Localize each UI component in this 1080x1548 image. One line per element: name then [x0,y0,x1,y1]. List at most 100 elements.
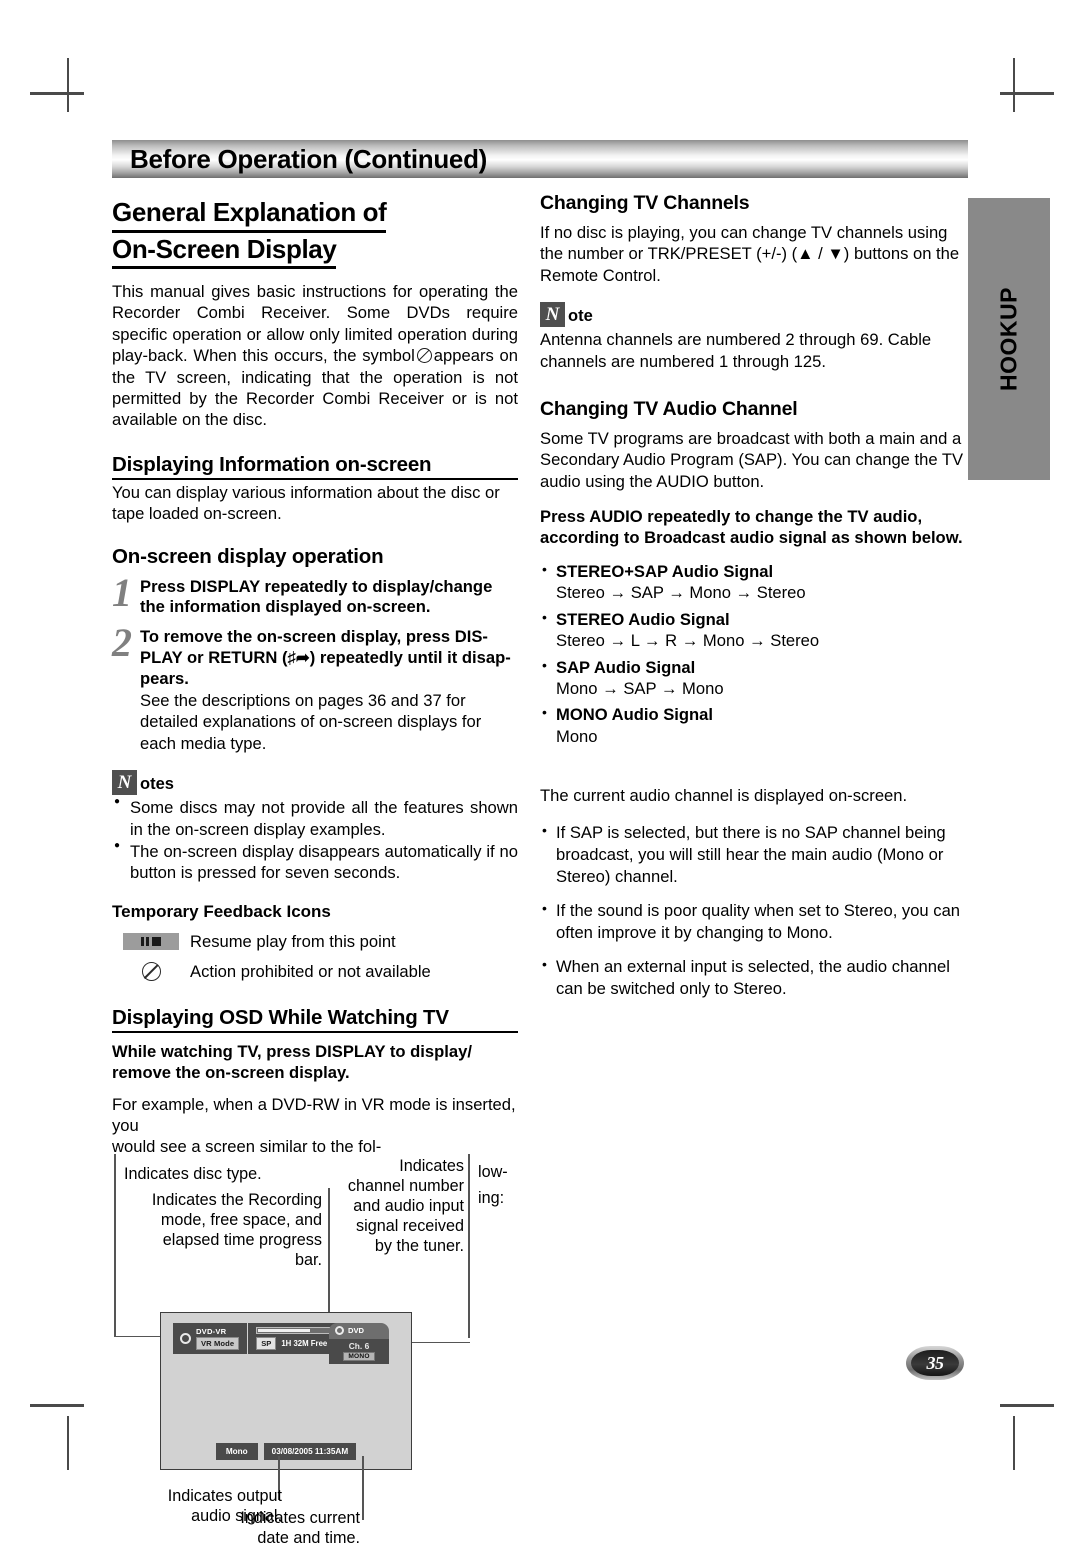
osd-disc-section: DVD-VR VR Mode [173,1322,249,1354]
osd-operation-steps: 1 Press DISPLAY repeatedly to display/ch… [112,569,518,755]
disc-text-group: DVD-VR VR Mode [196,1326,240,1350]
note-list-item: Some discs may not provide all the featu… [112,796,518,840]
osd-tv-screen-mock: DVD-VR VR Mode SP 1H 32M Free DVD Ch. 6 … [160,1311,412,1470]
main-heading: General Explanation of On-Screen Display [112,196,518,269]
osd-tv-example-line-3: low- [478,1162,508,1181]
section-thumb-tab-label: HOOKUP [995,287,1022,391]
disc-icon [180,1332,191,1344]
osd-tuner-audio-badge: MONO [343,1351,375,1361]
callout-channel-info: Indicates channel number and audio input… [347,1156,464,1256]
return-icon: ♯➦ [287,648,310,668]
resume-play-icon [123,933,179,951]
osd-output-audio: Mono [215,1442,258,1460]
osd-record-mode-badge: SP [256,1336,277,1350]
changing-tv-audio-body: Some TV programs are broadcast with both… [540,428,964,491]
osd-disc-mode-badge: VR Mode [196,1336,240,1350]
osd-tuner-source: DVD [348,1326,365,1336]
notes-list: Some discs may not provide all the featu… [112,796,518,884]
feedback-label: Action prohibited or not available [190,961,431,981]
crop-mark-bottom-left-horizontal [30,1404,84,1407]
step-item: 1 Press DISPLAY repeatedly to display/ch… [112,569,518,619]
osd-figure: low- ing: Indicates disc type. Indicates… [112,1153,518,1547]
crop-mark-bottom-right-vertical [1013,1416,1015,1470]
audio-signal-chain: Stereo → L → R → Mono → Stereo [556,631,820,651]
osd-status-bar: Mono 03/08/2005 11:35AM [161,1442,411,1460]
feedback-row: Resume play from this point [112,932,518,952]
step-number: 2 [112,620,132,666]
audio-signal-title: MONO Audio Signal [556,705,714,725]
step-plain-text: See the descriptions on pages 36 and 37 … [140,691,482,753]
note-header: N ote [540,302,968,328]
two-column-layout: General Explanation of On-Screen Display… [112,192,968,1547]
heading-displaying-osd-while-watching-tv: Displaying OSD While Watching TV [112,1006,518,1033]
heading-osd-operation: On-screen display operation [112,544,384,568]
osd-tv-example-line-2: would see a screen similar to the fol- [112,1137,382,1157]
note-body: Antenna channels are numbered 2 through … [540,330,932,371]
changing-tv-channels-body: If no disc is playing, you can change TV… [540,223,960,285]
step-bold-text: Press DISPLAY repeatedly to display/chan… [140,576,493,617]
heading-changing-tv-channels: Changing TV Channels [540,192,750,214]
callout-leader-recording-mode-vertical [328,1187,330,1328]
crop-mark-top-right-vertical [1013,58,1015,112]
stop-square-icon [152,937,161,947]
audio-tip-item: When an external input is selected, the … [540,955,968,999]
step-body: Press DISPLAY repeatedly to display/chan… [140,577,518,619]
audio-signal-title: STEREO+SAP Audio Signal [556,561,774,581]
note-label: ote [568,307,593,326]
note-badge-icon: N [540,302,565,328]
note-badge-icon: N [112,770,137,796]
audio-signal-chain: Mono → SAP → Mono [556,678,724,698]
osd-tv-bold-instruction: While watching TV, press DISPLAY to disp… [112,1041,472,1082]
callout-recording-mode: Indicates the Recording mode, free space… [151,1190,322,1269]
main-heading-line-1: General Explanation of [112,196,387,233]
step-item: 2 To remove the on-screen display, press… [112,620,518,754]
crop-mark-bottom-right-horizontal [1000,1404,1054,1407]
osd-tuner-body: Ch. 6 MONO [329,1338,389,1364]
intro-paragraph: This manual gives basic instructions for… [112,281,518,431]
callout-leader-channel-vertical [468,1153,470,1338]
audio-tip-item: If SAP is selected, but there is no SAP … [540,821,968,887]
audio-signal-title: STEREO Audio Signal [556,609,730,629]
page-badge-inner: 35 [911,1350,959,1376]
notes-label: otes [140,775,174,794]
audio-signal-item: STEREO Audio Signal Stereo → L → R → Mon… [540,608,968,652]
feedback-label: Resume play from this point [190,931,396,951]
page-content: Before Operation (Continued) General Exp… [112,140,968,1547]
page-number: 35 [926,1352,945,1373]
press-audio-instruction: Press AUDIO repeatedly to change the TV … [540,507,963,548]
callout-disc-type: Indicates disc type. [124,1164,262,1183]
step-number: 1 [112,569,132,615]
callout-leader-date-time-vertical [362,1455,364,1520]
audio-tip-item: If the sound is poor quality when set to… [540,899,968,943]
page-number-badge: 35 [906,1346,964,1380]
osd-tv-example-line-1: For example, when a DVD-RW in VR mode is… [112,1094,516,1135]
feedback-icon-cell [112,933,190,951]
audio-signal-list: STEREO+SAP Audio Signal Stereo → SAP → M… [540,560,968,747]
osd-tuner-block: DVD Ch. 6 MONO [329,1322,389,1364]
audio-signal-item: MONO Audio Signal Mono [540,703,968,747]
crop-mark-bottom-left-vertical [67,1416,69,1470]
section-thumb-tab-hookup: HOOKUP [968,198,1050,480]
pause-bars-icon [141,937,149,947]
osd-disc-name: DVD-VR [196,1326,227,1336]
page-header-banner: Before Operation (Continued) [112,140,968,178]
audio-signal-item: SAP Audio Signal Mono → SAP → Mono [540,656,968,700]
audio-signal-chain: Stereo → SAP → Mono → Stereo [556,583,806,603]
callout-leader-disc-type-vertical [114,1153,116,1336]
note-list-item: The on-screen display disappears automat… [112,840,518,884]
audio-tips-list: If SAP is selected, but there is no SAP … [540,821,968,999]
main-heading-line-2: On-Screen Display [112,233,337,269]
page-title: Before Operation (Continued) [130,143,488,174]
crop-mark-top-left-vertical [67,58,69,112]
notes-header: N otes [112,770,518,796]
heading-temporary-feedback-icons: Temporary Feedback Icons [112,901,331,921]
audio-signal-chain: Mono [556,726,598,746]
audio-signal-item: STEREO+SAP Audio Signal Stereo → SAP → M… [540,560,968,604]
osd-free-space: 1H 32M Free [281,1338,328,1348]
heading-displaying-information: Displaying Information on-screen [112,453,518,480]
feedback-row: Action prohibited or not available [112,962,518,982]
audio-signal-title: SAP Audio Signal [556,657,696,677]
feedback-icon-cell [112,962,190,982]
right-column: Changing TV Channels If no disc is playi… [540,192,968,1490]
prohibited-icon [141,962,161,982]
